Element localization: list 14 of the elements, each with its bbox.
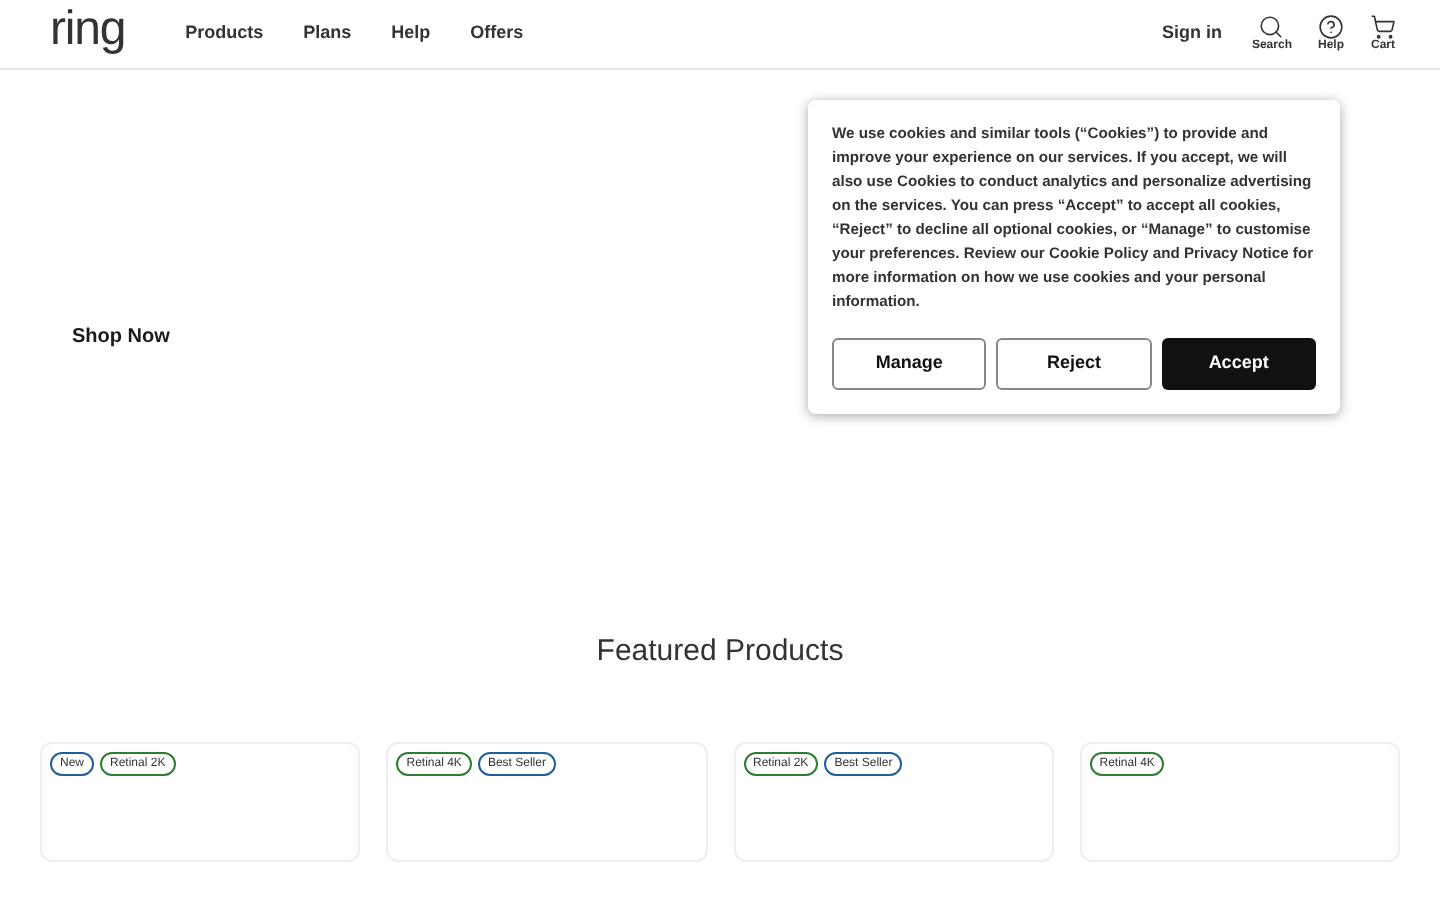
help-icon: [1317, 13, 1344, 40]
shop-now-link[interactable]: Shop Now: [72, 321, 170, 351]
nav-link[interactable]: Products: [185, 20, 264, 48]
logo[interactable]: ring: [50, 6, 126, 54]
accept-button[interactable]: Accept: [1161, 338, 1316, 390]
sign-in-link[interactable]: Sign in: [1161, 20, 1222, 48]
nav-link[interactable]: Plans: [303, 20, 352, 48]
dialog-button[interactable]: Manage: [832, 338, 987, 390]
dialog-button[interactable]: Reject: [996, 338, 1152, 390]
search-icon: [1258, 13, 1285, 40]
cart-icon: [1370, 13, 1396, 40]
nav-link[interactable]: Offers: [470, 20, 524, 48]
nav-link[interactable]: Help: [391, 20, 431, 48]
section-heading: Featured Products: [594, 632, 846, 672]
